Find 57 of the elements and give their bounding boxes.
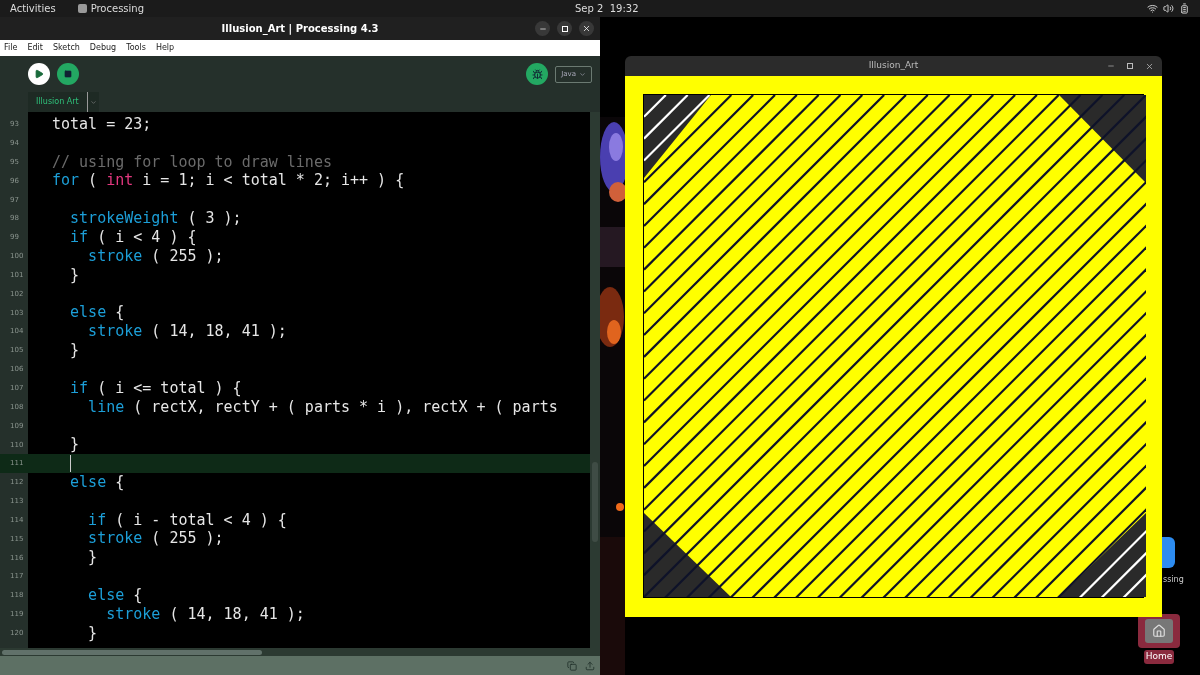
caret-icon bbox=[89, 98, 97, 106]
minimize-button[interactable] bbox=[535, 21, 550, 36]
window-title: Illusion_Art bbox=[868, 59, 919, 73]
menu-item[interactable]: Edit bbox=[27, 42, 43, 54]
code-line: stroke ( 14, 18, 41 ); bbox=[105, 606, 305, 622]
code-line: line ( rectX, rectY + ( parts * i ), rectX + ( parts bbox=[87, 399, 558, 415]
code-line: stroke ( 255 ); bbox=[87, 248, 224, 264]
close-button[interactable] bbox=[1145, 61, 1154, 71]
menu-item[interactable]: File bbox=[4, 42, 18, 54]
stop-icon bbox=[64, 70, 72, 78]
clock[interactable]: Sep 2 19:32 bbox=[575, 1, 639, 16]
desktop-icon-label[interactable]: Home bbox=[1143, 650, 1175, 664]
code-line: } bbox=[87, 550, 98, 566]
text-cursor bbox=[70, 455, 71, 473]
debug-button[interactable] bbox=[526, 63, 549, 85]
home-folder-icon[interactable] bbox=[1138, 614, 1180, 648]
maximize-button[interactable] bbox=[557, 21, 572, 36]
code-line: else { bbox=[87, 588, 143, 603]
close-button[interactable] bbox=[579, 21, 594, 36]
code-line: if ( i < 4 ) { bbox=[69, 230, 197, 245]
code-line: } bbox=[69, 267, 80, 283]
app-icon[interactable] bbox=[1162, 537, 1175, 568]
menu-item[interactable]: Help bbox=[155, 42, 175, 54]
menu-item[interactable]: Sketch bbox=[52, 42, 80, 54]
app-icon bbox=[77, 4, 87, 13]
wifi-icon[interactable] bbox=[1147, 3, 1158, 14]
code-line: } bbox=[69, 437, 80, 453]
code-line: for ( int i = 1; i < total * 2; i++ ) { bbox=[52, 173, 405, 189]
code-line: } bbox=[87, 625, 98, 641]
activities-button[interactable]: Activities bbox=[10, 1, 56, 16]
battery-icon[interactable] bbox=[1179, 3, 1190, 14]
code-line: else { bbox=[69, 305, 125, 321]
run-button[interactable] bbox=[28, 63, 50, 85]
close-icon bbox=[582, 24, 591, 33]
code-line: else { bbox=[69, 474, 125, 490]
maximize-button[interactable] bbox=[1127, 63, 1133, 69]
play-icon bbox=[34, 69, 44, 79]
code-line: // using for loop to draw lines bbox=[52, 154, 332, 170]
code-line: strokeWeight ( 3 ); bbox=[69, 211, 242, 227]
code-line: total = 23; bbox=[52, 116, 152, 132]
bug-icon bbox=[531, 68, 543, 80]
menu-item[interactable]: Tools bbox=[126, 42, 146, 54]
caret-icon bbox=[579, 70, 586, 78]
desktop-icon-label[interactable]: ssing bbox=[1163, 574, 1184, 586]
code-line: } bbox=[69, 343, 80, 359]
code-line: if ( i - total < 4 ) { bbox=[87, 512, 287, 528]
editor-tab[interactable]: Illusion Art bbox=[28, 92, 87, 112]
app-menu[interactable]: Processing bbox=[90, 1, 145, 16]
code-line: stroke ( 255 ); bbox=[87, 531, 224, 547]
window-title: Illusion_Art | Processing 4.3 bbox=[221, 22, 379, 36]
code-line: if ( i <= total ) { bbox=[69, 380, 242, 396]
vertical-scrollbar[interactable] bbox=[590, 112, 600, 648]
menu-item[interactable]: Debug bbox=[89, 42, 117, 54]
code-line: stroke ( 14, 18, 41 ); bbox=[87, 324, 287, 340]
stop-button[interactable] bbox=[57, 63, 79, 85]
horizontal-scrollbar-thumb[interactable] bbox=[2, 649, 262, 655]
volume-icon[interactable] bbox=[1163, 3, 1174, 14]
